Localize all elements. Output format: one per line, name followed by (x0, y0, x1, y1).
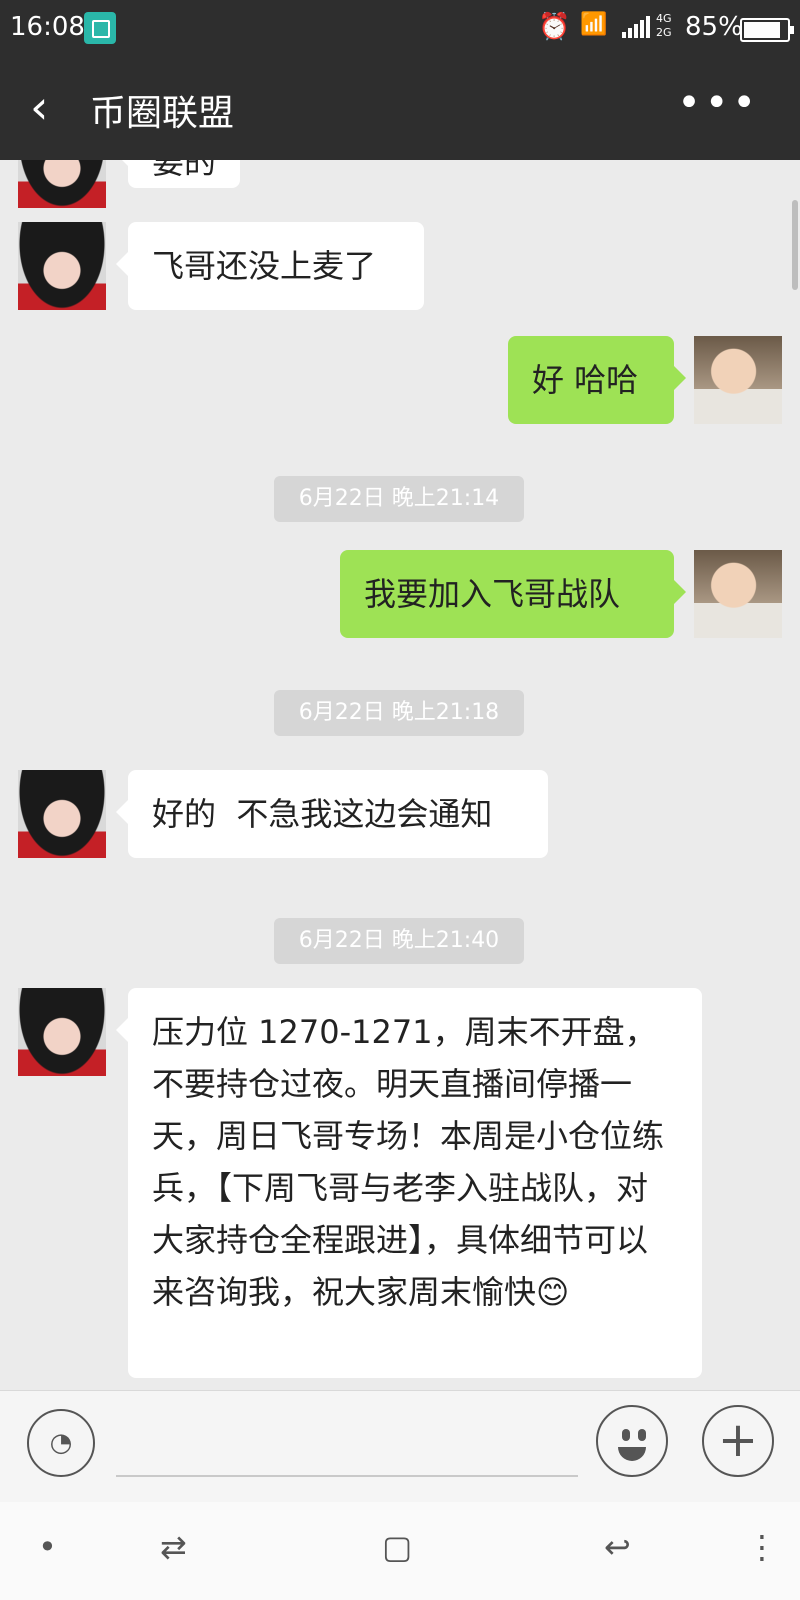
plus-icon[interactable]: + (702, 1405, 774, 1477)
message-text: 要的 (152, 160, 217, 181)
more-dots-icon[interactable]: ••• (677, 80, 760, 126)
my-avatar[interactable] (694, 336, 782, 424)
message-bubble-left[interactable]: 要的 (115, 160, 241, 188)
nav-menu-icon[interactable]: ⋮ (746, 1528, 778, 1566)
message-input[interactable] (116, 1475, 578, 1477)
emoji-eye (622, 1429, 630, 1441)
status-bar: 16:08 ⏰ 📶 4G 2G 85% (0, 0, 800, 58)
emoji-mouth (618, 1447, 646, 1461)
time-divider: 6月22日 晚上21:14 (274, 476, 524, 522)
message-text: 好 哈哈 (532, 361, 639, 399)
message-bubble-right[interactable]: 我要加入飞哥战队 (340, 550, 686, 638)
system-nav-bar: • ⇄ ▢ ↩ ⋮ (0, 1502, 800, 1600)
message-bubble-right[interactable]: 好 哈哈 (508, 336, 686, 424)
contact-avatar[interactable] (18, 770, 106, 858)
chat-area[interactable]: 要的 飞哥还没上麦了 好 哈哈 6月22日 晚上21:14 我要加入飞哥战队 6… (0, 160, 800, 1390)
wifi-icon: 📶 (580, 12, 608, 37)
time-divider: 6月22日 晚上21:40 (274, 918, 524, 964)
message-text: 好的 不急我这边会通知 (152, 795, 493, 833)
time-divider: 6月22日 晚上21:18 (274, 690, 524, 736)
nav-dot-icon[interactable]: • (38, 1528, 57, 1566)
voice-icon[interactable]: ◔ (27, 1409, 95, 1477)
message-bubble-left[interactable]: 飞哥还没上麦了 (116, 222, 424, 310)
status-time: 16:08 (10, 12, 85, 42)
message-text: 我要加入飞哥战队 (364, 575, 621, 613)
contact-avatar[interactable] (18, 160, 106, 208)
my-avatar[interactable] (694, 550, 782, 638)
signal-icon (622, 16, 650, 38)
message-text: 飞哥还没上麦了 (152, 247, 377, 285)
battery-icon (740, 18, 794, 42)
nav-home-icon[interactable]: ▢ (382, 1528, 412, 1566)
message-bubble-left[interactable]: 压力位 1270-1271，周末不开盘，不要持仓过夜。明天直播间停播一天，周日飞… (116, 988, 702, 1378)
title-bar: ‹ 币圈联盟 ••• (0, 58, 800, 160)
alarm-icon: ⏰ (538, 12, 571, 42)
chevron-left-icon[interactable]: ‹ (30, 84, 48, 130)
contact-avatar[interactable] (18, 988, 106, 1076)
battery-percent: 85% (685, 12, 743, 42)
contact-avatar[interactable] (18, 222, 106, 310)
nav-back-icon[interactable]: ↩ (604, 1528, 631, 1566)
emoji-eye (638, 1429, 646, 1441)
battery-level-fill (744, 22, 780, 38)
chat-title: 币圈联盟 (90, 93, 235, 134)
network-type: 4G 2G (656, 12, 672, 39)
scrollbar[interactable] (792, 200, 798, 290)
emoji-icon[interactable] (596, 1405, 668, 1477)
nav-switch-icon[interactable]: ⇄ (160, 1528, 187, 1566)
message-text: 压力位 1270-1271，周末不开盘，不要持仓过夜。明天直播间停播一天，周日飞… (152, 1013, 665, 1311)
input-bar: ◔ + (0, 1390, 800, 1503)
message-bubble-left[interactable]: 好的 不急我这边会通知 (116, 770, 548, 858)
screenshot-icon (84, 12, 116, 44)
